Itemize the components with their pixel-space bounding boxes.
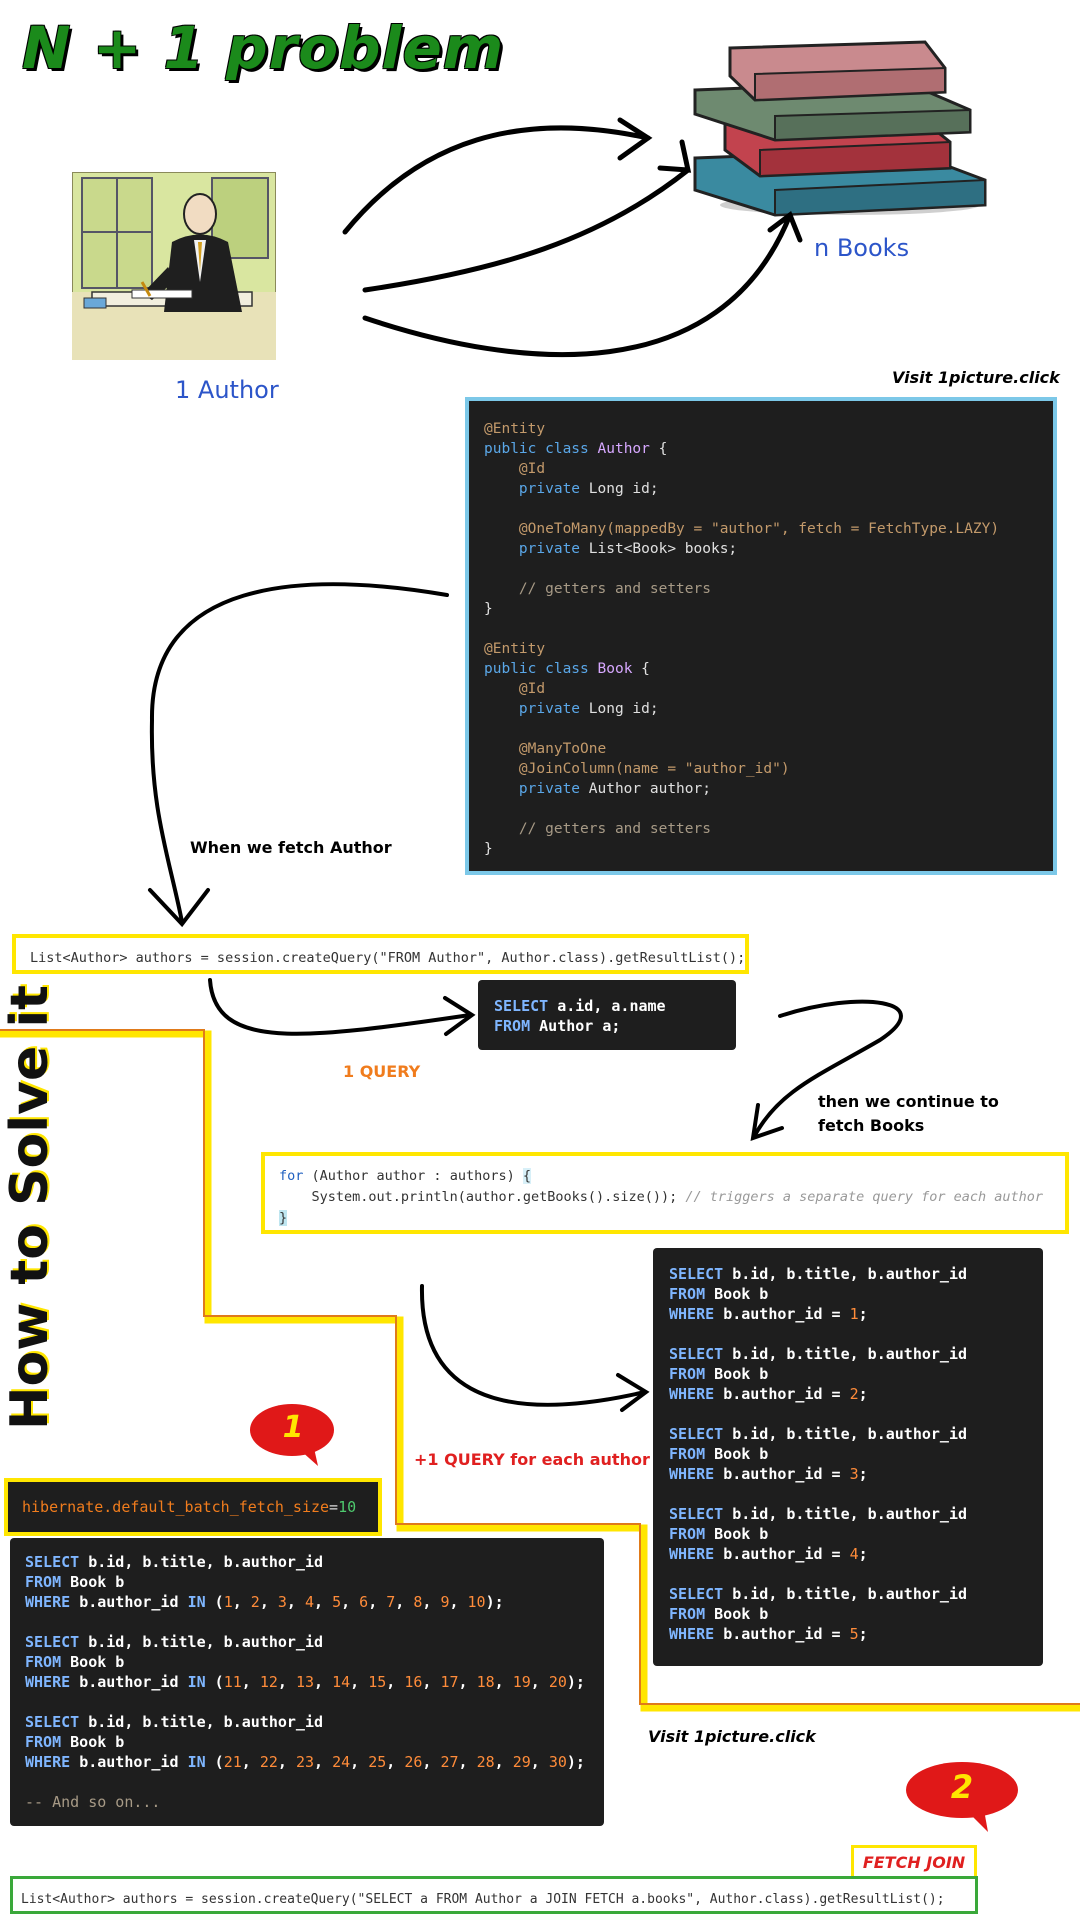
- author-id-value: 1: [849, 1305, 859, 1323]
- book-query: SELECT b.id, b.title, b.author_id FROM B…: [669, 1585, 968, 1643]
- visit-label-top: Visit 1picture.click: [892, 368, 1060, 387]
- entity-code-block: @Entity public class Author { @Id privat…: [465, 397, 1057, 875]
- plus-one-label: +1 QUERY for each author: [414, 1450, 650, 1469]
- badge-1: 1: [248, 1402, 338, 1468]
- author-id-value: 5: [849, 1625, 859, 1643]
- book-query: SELECT b.id, b.title, b.author_id FROM B…: [669, 1265, 968, 1323]
- batch-query: SELECT b.id, b.title, b.author_id FROM B…: [25, 1553, 504, 1611]
- how-to-solve-label: How to Solve it: [0, 984, 60, 1430]
- when-fetch-label: When we fetch Author: [190, 838, 392, 857]
- book-query: SELECT b.id, b.title, b.author_id FROM B…: [669, 1345, 968, 1403]
- arrow-1: [342, 125, 651, 235]
- visit-label-bottom: Visit 1picture.click: [648, 1727, 816, 1746]
- author-id-value: 2: [849, 1385, 859, 1403]
- book-query: SELECT b.id, b.title, b.author_id FROM B…: [669, 1505, 968, 1563]
- book-queries-block: SELECT b.id, b.title, b.author_id FROM B…: [653, 1248, 1043, 1666]
- fetch-join-line-box: List<Author> authors = session.createQue…: [10, 1876, 978, 1914]
- fetch-join-label: FETCH JOIN: [851, 1845, 977, 1879]
- author-to-books-arrows: [342, 117, 803, 358]
- batch-query: SELECT b.id, b.title, b.author_id FROM B…: [25, 1633, 585, 1691]
- author-id-value: 4: [849, 1545, 859, 1563]
- entity-to-query-arrow: [148, 582, 449, 928]
- loop-code-box: for (Author author : authors) { System.o…: [261, 1152, 1069, 1234]
- badge-2: 2: [904, 1760, 1020, 1834]
- arrow-2: [362, 167, 691, 293]
- book-query: SELECT b.id, b.title, b.author_id FROM B…: [669, 1425, 968, 1483]
- batch-queries-block: SELECT b.id, b.title, b.author_id FROM B…: [10, 1538, 604, 1826]
- batch-query: SELECT b.id, b.title, b.author_id FROM B…: [25, 1713, 585, 1771]
- fetch-join-line-text: List<Author> authors = session.createQue…: [21, 1892, 945, 1907]
- author-id-value: 3: [849, 1465, 859, 1483]
- loop-to-books-arrow: [419, 1284, 650, 1412]
- and-so-on-comment: -- And so on...: [25, 1793, 161, 1811]
- batch-setting-box: hibernate.default_batch_fetch_size=10: [4, 1478, 382, 1536]
